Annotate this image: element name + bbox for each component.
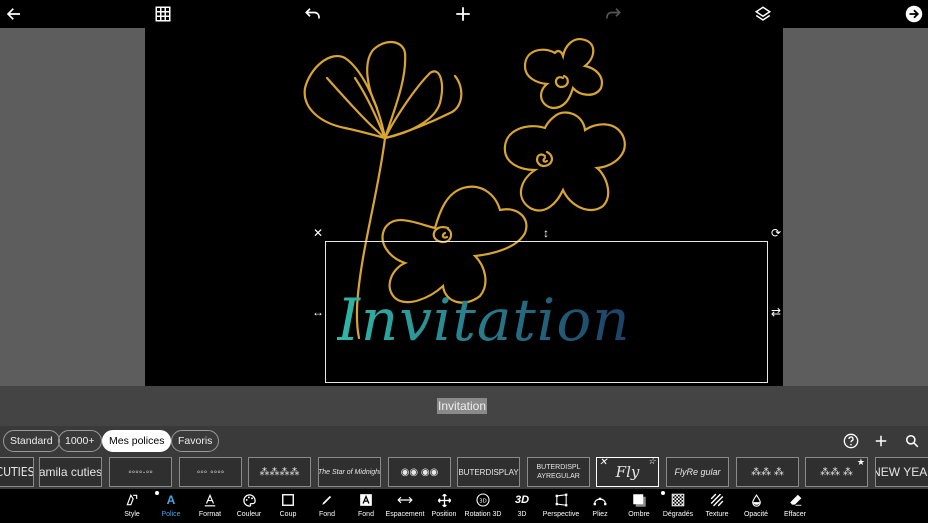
move-icon	[422, 492, 466, 508]
bend-icon	[578, 492, 622, 508]
resize-horizontal-left-icon[interactable]: ↔	[311, 305, 325, 319]
svg-text:3D: 3D	[479, 498, 487, 504]
star-filled-icon[interactable]: ★	[857, 458, 865, 468]
star-icon[interactable]: ☆	[648, 458, 656, 467]
text-entry-strip[interactable]: Invitation	[0, 386, 928, 426]
filter-chip-mes-polices[interactable]: Mes polices	[102, 430, 172, 452]
search-icon[interactable]	[903, 432, 921, 450]
font-tile[interactable]: ◦◦◦◦·◦◦	[109, 457, 172, 487]
3d-icon: 3D	[514, 494, 530, 506]
rotation-3d-icon: 3D	[461, 492, 505, 508]
pen-icon	[305, 492, 349, 508]
font-tile[interactable]: The Star of Midnight	[318, 457, 381, 487]
back-arrow-icon[interactable]	[3, 3, 25, 25]
format-icon	[188, 492, 232, 508]
next-arrow-icon[interactable]	[903, 3, 925, 25]
font-tile[interactable]: ◉◉ ◉◉	[388, 457, 451, 487]
resize-horizontal-right-icon[interactable]: ⇄	[769, 305, 783, 319]
rotate-icon[interactable]: ⟳	[769, 226, 783, 240]
add-font-icon[interactable]	[872, 432, 890, 450]
font-icon: A	[166, 493, 176, 507]
font-tile-row[interactable]: CUTIES amila cuties ◦◦◦◦·◦◦ ◦◦◦ ◦◦◦◦ ⁂⁂⁂…	[0, 456, 928, 488]
stroke-icon	[266, 492, 310, 508]
grid-icon[interactable]	[152, 3, 174, 25]
layers-icon[interactable]	[752, 3, 774, 25]
font-panel: Standard 1000+ Mes polices Favoris CUTIE…	[0, 426, 928, 489]
text-background-icon	[344, 492, 388, 508]
font-tile-label: ⁂⁂ ⁂	[820, 466, 853, 478]
texture-icon	[695, 492, 739, 508]
canvas-text-invitation[interactable]: Invitation	[337, 286, 631, 354]
resize-vertical-icon[interactable]: ↕	[539, 226, 553, 240]
workspace: Invitation ✕ ↕ ⟳ ↔ ⇄	[0, 28, 928, 386]
help-icon[interactable]	[842, 432, 860, 450]
bottom-toolbar: Style A Police Format Couleur Coup Fond …	[0, 489, 928, 523]
filter-chip-1000[interactable]: 1000+	[58, 430, 102, 452]
font-tile[interactable]: ◦◦◦ ◦◦◦◦	[179, 457, 242, 487]
gradient-icon	[656, 492, 700, 508]
remove-icon[interactable]: ✕	[599, 458, 607, 468]
spacing-icon	[383, 492, 427, 508]
font-tile-selected[interactable]: Fly ✕ ☆	[596, 457, 659, 487]
undo-icon[interactable]	[302, 3, 324, 25]
font-tile[interactable]: BUTERDISPL AYREGULAR	[527, 457, 590, 487]
filter-chip-favoris[interactable]: Favoris	[171, 430, 220, 452]
top-bar	[0, 0, 928, 28]
font-tile[interactable]: ⁂⁂ ⁂	[736, 457, 799, 487]
font-tile[interactable]: FlyRe gular	[666, 457, 729, 487]
opacity-icon	[734, 492, 778, 508]
font-tile-label: Fly	[615, 463, 640, 481]
text-input-value[interactable]: Invitation	[437, 398, 488, 414]
font-tile[interactable]: BUTERDISPLAY	[457, 457, 520, 487]
shadow-icon	[617, 492, 661, 508]
tool-effacer[interactable]: Effacer	[773, 489, 817, 523]
font-tile[interactable]: ⁂⁂⁂⁂	[248, 457, 311, 487]
eraser-icon	[773, 492, 817, 508]
font-tile[interactable]: ⁂⁂ ⁂ ★	[805, 457, 868, 487]
palette-icon	[227, 492, 271, 508]
font-tile[interactable]: NEW YEAR	[875, 457, 928, 487]
filter-chip-standard[interactable]: Standard	[3, 430, 60, 452]
perspective-icon	[539, 492, 583, 508]
redo-icon[interactable]	[602, 3, 624, 25]
design-canvas[interactable]: Invitation ✕ ↕ ⟳ ↔ ⇄	[145, 28, 783, 386]
add-icon[interactable]	[452, 3, 474, 25]
font-tile[interactable]: CUTIES	[0, 457, 34, 487]
close-icon[interactable]: ✕	[311, 226, 325, 240]
style-icon	[110, 492, 154, 508]
font-tile[interactable]: amila cuties	[39, 457, 102, 487]
